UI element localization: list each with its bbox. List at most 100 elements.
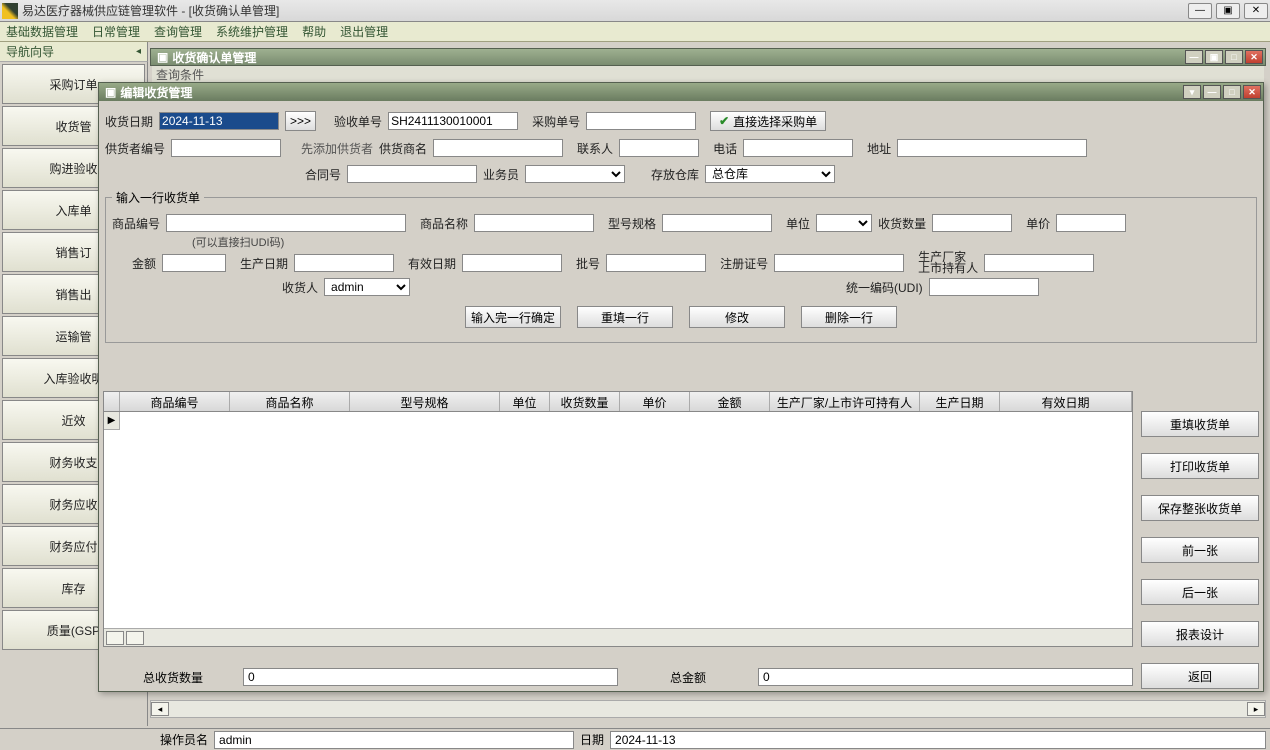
receive-date-input[interactable] bbox=[159, 112, 279, 130]
prod-date-input[interactable] bbox=[294, 254, 394, 272]
price-label: 单价 bbox=[1026, 215, 1050, 232]
prev-receipt-button[interactable]: 前一张 bbox=[1141, 537, 1259, 563]
refill-line-button[interactable]: 重填一行 bbox=[577, 306, 673, 328]
receiver-label: 收货人 bbox=[282, 279, 318, 296]
salesman-select[interactable] bbox=[525, 165, 625, 183]
status-operator-value: admin bbox=[214, 731, 574, 749]
close-button[interactable]: ✕ bbox=[1244, 3, 1268, 19]
valid-date-label: 有效日期 bbox=[408, 255, 456, 272]
contract-no-input[interactable] bbox=[347, 165, 477, 183]
hscroll-right-icon[interactable]: ▸ bbox=[1247, 702, 1265, 716]
phone-input[interactable] bbox=[743, 139, 853, 157]
unit-select[interactable] bbox=[816, 214, 872, 232]
menu-daily[interactable]: 日常管理 bbox=[92, 23, 140, 40]
edit-receive-dialog: ▣ 编辑收货管理 ▾ — □ ✕ 收货日期 >>> 验收单号 采购单号 ✔直接选… bbox=[98, 82, 1264, 692]
save-receipt-button[interactable]: 保存整张收货单 bbox=[1141, 495, 1259, 521]
batch-input[interactable] bbox=[606, 254, 706, 272]
amount-input[interactable] bbox=[162, 254, 226, 272]
receive-grid[interactable]: 商品编号 商品名称 型号规格 单位 收货数量 单价 金额 生产厂家/上市许可持有… bbox=[103, 391, 1133, 647]
col-prod-date[interactable]: 生产日期 bbox=[920, 392, 1000, 411]
menu-maintain[interactable]: 系统维护管理 bbox=[216, 23, 288, 40]
dlg-dropdown-button[interactable]: ▾ bbox=[1183, 85, 1201, 99]
report-design-button[interactable]: 报表设计 bbox=[1141, 621, 1259, 647]
dialog-titlebar: ▣ 编辑收货管理 ▾ — □ ✕ bbox=[99, 83, 1263, 101]
status-date-label: 日期 bbox=[580, 731, 604, 748]
dlg-maximize-button[interactable]: □ bbox=[1223, 85, 1241, 99]
udi-label: 统一编码(UDI) bbox=[846, 279, 923, 296]
supplier-code-input[interactable] bbox=[171, 139, 281, 157]
col-amount[interactable]: 金额 bbox=[690, 392, 770, 411]
address-label: 地址 bbox=[867, 140, 891, 157]
modify-button[interactable]: 修改 bbox=[689, 306, 785, 328]
main-titlebar: 易达医疗器械供应链管理软件 - [收货确认单管理] — ▣ ✕ bbox=[0, 0, 1270, 22]
amount-label: 金额 bbox=[132, 255, 156, 272]
grid-header: 商品编号 商品名称 型号规格 单位 收货数量 单价 金额 生产厂家/上市许可持有… bbox=[104, 392, 1132, 412]
accept-no-label: 验收单号 bbox=[334, 113, 382, 130]
line-entry-legend: 输入一行收货单 bbox=[112, 189, 204, 206]
address-input[interactable] bbox=[897, 139, 1087, 157]
purchase-no-label: 采购单号 bbox=[532, 113, 580, 130]
status-operator-label: 操作员名 bbox=[160, 731, 208, 748]
confirm-line-button[interactable]: 输入完一行确定 bbox=[465, 306, 561, 328]
hscroll-left-icon[interactable]: ◂ bbox=[151, 702, 169, 716]
direct-select-purchase-button[interactable]: ✔直接选择采购单 bbox=[710, 111, 826, 131]
bg-inner-titlebar: ▣ 收货确认单管理 — ▣ □ ✕ bbox=[150, 48, 1266, 66]
date-next-button[interactable]: >>> bbox=[285, 111, 316, 131]
check-icon: ✔ bbox=[719, 114, 729, 128]
purchase-no-input[interactable] bbox=[586, 112, 696, 130]
grid-hscroll[interactable] bbox=[104, 628, 1132, 646]
restore-button[interactable]: ▣ bbox=[1216, 3, 1240, 19]
nav-collapse-icon[interactable]: ◂ bbox=[136, 46, 141, 57]
bg-close-button[interactable]: ✕ bbox=[1245, 50, 1263, 64]
product-code-label: 商品编号 bbox=[112, 215, 160, 232]
add-supplier-hint: 先添加供货者 bbox=[301, 140, 373, 157]
menu-help[interactable]: 帮助 bbox=[302, 23, 326, 40]
col-price[interactable]: 单价 bbox=[620, 392, 690, 411]
receiver-select[interactable]: admin bbox=[324, 278, 410, 296]
dialog-title: 编辑收货管理 bbox=[120, 84, 192, 101]
contact-input[interactable] bbox=[619, 139, 699, 157]
reg-no-input[interactable] bbox=[774, 254, 904, 272]
bg-minimize-button[interactable]: — bbox=[1185, 50, 1203, 64]
bg-maximize-button[interactable]: □ bbox=[1225, 50, 1243, 64]
menu-basic-data[interactable]: 基础数据管理 bbox=[6, 23, 78, 40]
dlg-close-button[interactable]: ✕ bbox=[1243, 85, 1261, 99]
col-product-code[interactable]: 商品编号 bbox=[120, 392, 230, 411]
total-qty-label: 总收货数量 bbox=[103, 669, 243, 686]
supplier-name-input[interactable] bbox=[433, 139, 563, 157]
total-amount-label: 总金额 bbox=[618, 669, 758, 686]
col-valid-date[interactable]: 有效日期 bbox=[1000, 392, 1132, 411]
col-qty[interactable]: 收货数量 bbox=[550, 392, 620, 411]
manufacturer-input[interactable] bbox=[984, 254, 1094, 272]
minimize-button[interactable]: — bbox=[1188, 3, 1212, 19]
col-product-name[interactable]: 商品名称 bbox=[230, 392, 350, 411]
main-hscroll[interactable]: ◂ ▸ bbox=[150, 700, 1266, 718]
print-receipt-button[interactable]: 打印收货单 bbox=[1141, 453, 1259, 479]
menu-query[interactable]: 查询管理 bbox=[154, 23, 202, 40]
qty-input[interactable] bbox=[932, 214, 1012, 232]
status-bar: 操作员名 admin 日期 2024-11-13 bbox=[0, 728, 1270, 750]
menu-exit[interactable]: 退出管理 bbox=[340, 23, 388, 40]
col-unit[interactable]: 单位 bbox=[500, 392, 550, 411]
grid-hscroll-left[interactable] bbox=[106, 631, 124, 645]
salesman-label: 业务员 bbox=[483, 166, 519, 183]
col-manufacturer[interactable]: 生产厂家/上市许可持有人 bbox=[770, 392, 920, 411]
refill-receipt-button[interactable]: 重填收货单 bbox=[1141, 411, 1259, 437]
product-name-input[interactable] bbox=[474, 214, 594, 232]
product-name-label: 商品名称 bbox=[420, 215, 468, 232]
warehouse-select[interactable]: 总仓库 bbox=[705, 165, 835, 183]
bg-restore-button[interactable]: ▣ bbox=[1205, 50, 1223, 64]
accept-no-input[interactable] bbox=[388, 112, 518, 130]
spec-input[interactable] bbox=[662, 214, 772, 232]
grid-hscroll-thumb[interactable] bbox=[126, 631, 144, 645]
valid-date-input[interactable] bbox=[462, 254, 562, 272]
product-code-input[interactable] bbox=[166, 214, 406, 232]
col-spec[interactable]: 型号规格 bbox=[350, 392, 500, 411]
return-button[interactable]: 返回 bbox=[1141, 663, 1259, 689]
dlg-minimize-button[interactable]: — bbox=[1203, 85, 1221, 99]
delete-line-button[interactable]: 删除一行 bbox=[801, 306, 897, 328]
next-receipt-button[interactable]: 后一张 bbox=[1141, 579, 1259, 605]
receive-date-label: 收货日期 bbox=[105, 113, 153, 130]
udi-input[interactable] bbox=[929, 278, 1039, 296]
price-input[interactable] bbox=[1056, 214, 1126, 232]
